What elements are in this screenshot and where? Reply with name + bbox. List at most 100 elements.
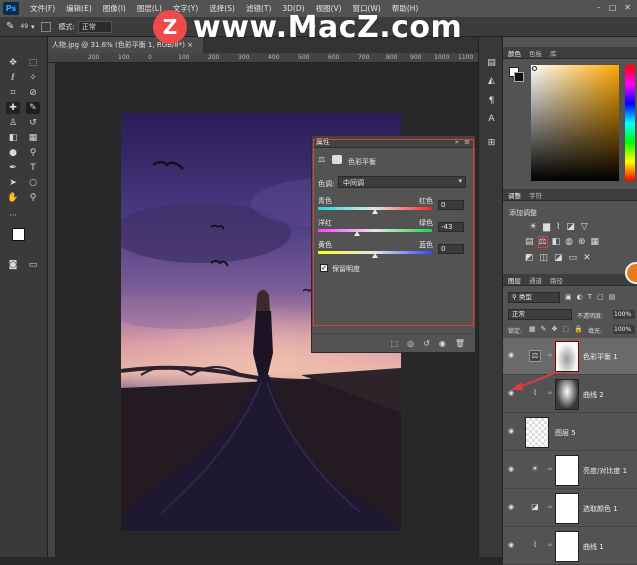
stamp-tool-icon[interactable]: ♙	[6, 117, 20, 129]
channel-mixer-icon[interactable]: ⊛	[578, 237, 586, 247]
hand-tool-icon[interactable]: ✋	[6, 192, 20, 204]
color-picker-field[interactable]	[531, 65, 619, 181]
layer-name[interactable]: 选取颜色 1	[583, 504, 618, 514]
shape-filter-icon[interactable]: ▢	[597, 293, 604, 301]
color-lookup-icon[interactable]: ▦	[591, 237, 600, 247]
visibility-eye-icon[interactable]: ◉	[508, 541, 517, 550]
actions-icon[interactable]: ◭	[485, 75, 498, 87]
tab-color[interactable]: 颜色	[508, 48, 521, 58]
background-color-chip[interactable]	[514, 72, 524, 82]
tab-swatches[interactable]: 色板	[529, 48, 542, 58]
curves-icon[interactable]: ⌇	[556, 222, 560, 232]
hue-saturation-icon[interactable]: ▤	[525, 237, 534, 247]
tab-libraries[interactable]: 库	[550, 48, 557, 58]
tab-character[interactable]: 字符	[529, 190, 542, 200]
brush-size-value[interactable]: 49	[20, 23, 28, 30]
layer-thumbnail[interactable]	[525, 417, 549, 448]
layer-name[interactable]: 曲线 2	[583, 390, 604, 400]
history-brush-tool-icon[interactable]: ↺	[26, 117, 40, 129]
invert-icon[interactable]: ◩	[525, 253, 534, 263]
brightness-icon[interactable]: ☀	[529, 222, 537, 232]
lock-paint-icon[interactable]: ✎	[541, 325, 547, 333]
opacity-field[interactable]: 100%	[613, 310, 635, 319]
mode-select[interactable]: 正常	[77, 20, 112, 33]
lock-all-icon[interactable]: 🔒	[574, 325, 583, 333]
lock-pixels-icon[interactable]: ▦	[529, 325, 536, 333]
smart-filter-icon[interactable]: ▤	[609, 293, 616, 301]
visibility-eye-icon[interactable]: ◉	[508, 351, 517, 360]
adjust-filter-icon[interactable]: ◐	[577, 293, 583, 301]
layer-row-selective-color[interactable]: ◉ ◪ ∞ 选取颜色 1	[503, 490, 637, 527]
pixel-filter-icon[interactable]: ▣	[565, 293, 572, 301]
shape-tool-icon[interactable]: ○	[26, 177, 40, 189]
reset-icon[interactable]: ↺	[423, 339, 430, 348]
visibility-icon[interactable]: ◉	[439, 339, 446, 348]
eraser-tool-icon[interactable]: ◧	[6, 132, 20, 144]
visibility-eye-icon[interactable]: ◉	[508, 427, 517, 436]
layer-mask-thumbnail[interactable]	[555, 493, 579, 524]
blur-tool-icon[interactable]: ●	[6, 147, 20, 159]
type-tool-icon[interactable]: T	[26, 162, 40, 174]
pen-tool-icon[interactable]: ✒	[6, 162, 20, 174]
view-previous-icon[interactable]: ◎	[407, 339, 414, 348]
selective-color-icon[interactable]: ✕	[583, 253, 591, 263]
brush-tool-icon[interactable]: ✎	[26, 102, 40, 114]
path-select-tool-icon[interactable]: ➤	[6, 177, 20, 189]
photo-filter-icon[interactable]: ◍	[565, 237, 573, 247]
foreground-color-swatch[interactable]	[12, 228, 25, 241]
vibrance-icon[interactable]: ▽	[581, 222, 588, 232]
lock-position-icon[interactable]: ✥	[552, 325, 558, 333]
magic-wand-tool-icon[interactable]: ✧	[26, 72, 40, 84]
tab-adjustments[interactable]: 调整	[508, 190, 521, 200]
levels-icon[interactable]: ▆	[543, 222, 550, 232]
marquee-tool-icon[interactable]: ⬚	[26, 57, 40, 69]
visibility-eye-icon[interactable]: ◉	[508, 503, 517, 512]
clip-to-layer-icon[interactable]: ⬚	[391, 339, 399, 348]
minimize-icon[interactable]: –	[597, 3, 601, 12]
menu-file[interactable]: 文件(F)	[30, 3, 55, 14]
layer-filter-select[interactable]: ⚲ 类型	[508, 292, 560, 303]
layer-name[interactable]: 色彩平衡 1	[583, 352, 618, 362]
history-icon[interactable]: ▤	[485, 57, 498, 69]
lasso-tool-icon[interactable]: ℓ	[6, 72, 20, 84]
layer-row-brightness[interactable]: ◉ ☀ ∞ 亮度/对比度 1	[503, 452, 637, 489]
layer-name[interactable]: 亮度/对比度 1	[583, 466, 627, 476]
dodge-tool-icon[interactable]: ⚲	[26, 147, 40, 159]
maximize-icon[interactable]: □	[609, 3, 617, 12]
menu-image[interactable]: 图像(I)	[103, 3, 126, 14]
gradient-tool-icon[interactable]: ▦	[26, 132, 40, 144]
screen-mode-icon[interactable]: ▭	[26, 259, 40, 271]
layer-row-curves-1[interactable]: ◉ ⌇ ∞ 曲线 1	[503, 528, 637, 565]
paragraph-icon[interactable]: ¶	[485, 95, 498, 107]
more-tools-icon[interactable]: ···	[6, 210, 20, 222]
chevron-down-icon[interactable]: ▾	[31, 23, 35, 31]
color-balance-icon[interactable]: ⚖	[537, 236, 548, 248]
move-tool-icon[interactable]: ✥	[6, 57, 20, 69]
blend-mode-select[interactable]: 正常	[508, 309, 572, 320]
crop-tool-icon[interactable]: ⌗	[6, 87, 20, 99]
quick-mask-icon[interactable]: ◙	[6, 259, 20, 271]
layer-name[interactable]: 曲线 1	[583, 542, 604, 552]
eyedropper-tool-icon[interactable]: ⊘	[26, 87, 40, 99]
exposure-icon[interactable]: ◪	[566, 222, 575, 232]
layer-row-layer-5[interactable]: ◉ 图层 5	[503, 414, 637, 451]
layer-mask-thumbnail[interactable]	[555, 455, 579, 486]
properties-dock-icon[interactable]: ⊞	[485, 137, 498, 149]
hue-slider[interactable]	[625, 65, 635, 181]
layer-mask-thumbnail[interactable]	[555, 531, 579, 562]
tab-channels[interactable]: 通道	[529, 275, 542, 285]
brush-panel-icon[interactable]	[40, 21, 51, 32]
trash-icon[interactable]: 🗑	[455, 339, 465, 348]
gradient-map-icon[interactable]: ▭	[569, 253, 578, 263]
black-white-icon[interactable]: ◧	[552, 237, 561, 247]
tab-paths[interactable]: 路径	[550, 275, 563, 285]
layer-name[interactable]: 图层 5	[555, 428, 576, 438]
color-picker-cursor[interactable]	[532, 66, 537, 71]
character-icon[interactable]: A	[485, 113, 498, 125]
type-filter-icon[interactable]: T	[588, 293, 592, 301]
lock-artboard-icon[interactable]: ⬚	[562, 325, 569, 333]
posterize-icon[interactable]: ◫	[540, 253, 549, 263]
menu-edit[interactable]: 编辑(E)	[66, 3, 92, 14]
fill-field[interactable]: 100%	[613, 325, 635, 334]
brush-tool-icon[interactable]: ✎	[6, 21, 14, 32]
